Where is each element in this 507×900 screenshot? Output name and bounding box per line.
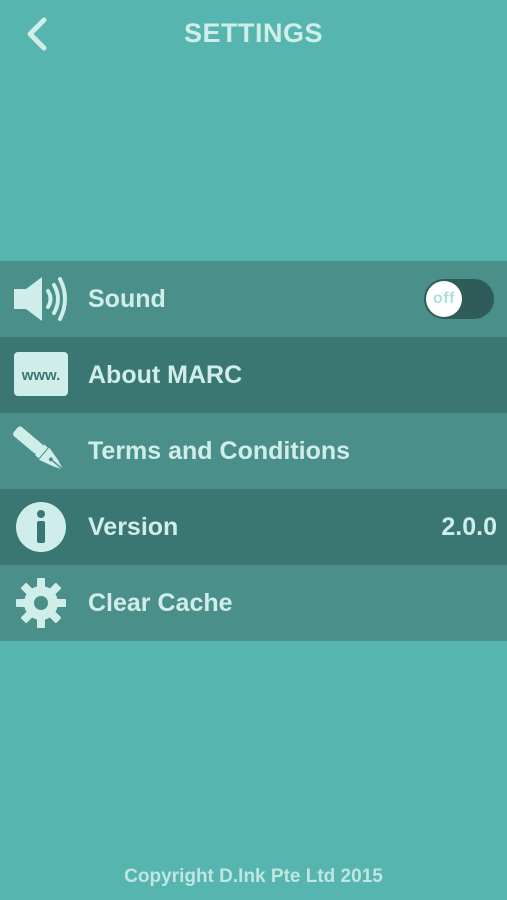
version-value: 2.0.0	[441, 513, 497, 541]
terms-label: Terms and Conditions	[88, 437, 351, 465]
version-label: Version	[88, 513, 179, 541]
settings-row-version: Version 2.0.0	[0, 489, 507, 565]
settings-row-terms[interactable]: Terms and Conditions	[0, 413, 507, 489]
settings-screen: SETTINGS Sound off www. About MARC Terms…	[0, 0, 507, 900]
www-icon: www.	[12, 350, 70, 400]
toggle-knob: off	[426, 281, 462, 317]
www-icon-text: www.	[21, 367, 61, 384]
info-icon	[12, 502, 70, 552]
gear-icon	[12, 578, 70, 628]
copyright-text: Copyright D.Ink Pte Ltd 2015	[124, 866, 383, 887]
page-title: SETTINGS	[183, 18, 323, 48]
clear-cache-label: Clear Cache	[88, 589, 233, 617]
about-label: About MARC	[88, 361, 243, 389]
settings-row-about[interactable]: www. About MARC	[0, 337, 507, 413]
settings-row-clear-cache[interactable]: Clear Cache	[0, 565, 507, 641]
fountain-pen-icon	[12, 426, 70, 476]
settings-row-sound[interactable]: Sound off	[0, 261, 507, 337]
settings-menu: Sound off www. About MARC Terms and Cond…	[0, 261, 507, 641]
sound-label: Sound	[88, 285, 166, 313]
speaker-icon	[12, 274, 70, 324]
header-bar: SETTINGS	[0, 0, 507, 68]
sound-toggle[interactable]: off	[424, 279, 494, 319]
